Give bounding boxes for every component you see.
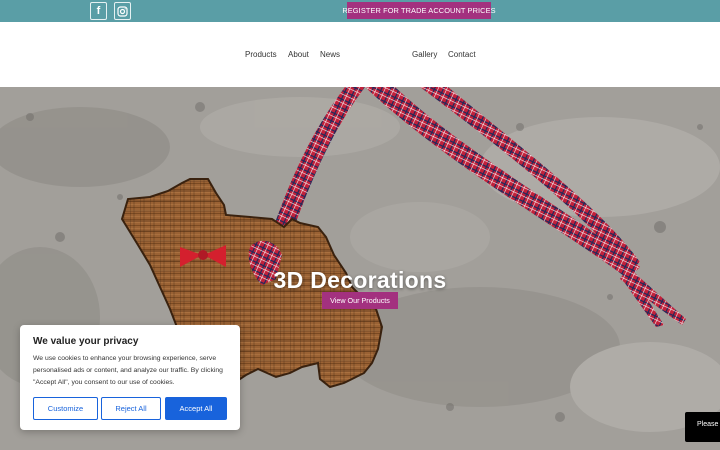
trade-account-button[interactable]: REGISTER FOR TRADE ACCOUNT PRICES bbox=[342, 2, 496, 19]
cookie-title: We value your privacy bbox=[33, 336, 139, 347]
reject-all-button[interactable]: Reject All bbox=[101, 397, 161, 420]
instagram-icon[interactable] bbox=[114, 2, 131, 20]
nav-item-contact[interactable]: Contact bbox=[448, 50, 476, 59]
nav-item-products[interactable]: Products bbox=[245, 50, 277, 59]
nav-item-about[interactable]: About bbox=[288, 50, 309, 59]
accept-all-button[interactable]: Accept All bbox=[165, 397, 227, 420]
main-nav: Products About News Gallery Contact bbox=[0, 22, 720, 87]
customize-button[interactable]: Customize bbox=[33, 397, 98, 420]
please-box[interactable]: Please bbox=[685, 412, 720, 442]
cookie-consent-panel: We value your privacy We use cookies to … bbox=[20, 325, 240, 430]
hero-title: 3D Decorations bbox=[273, 267, 447, 293]
nav-item-gallery[interactable]: Gallery bbox=[412, 50, 437, 59]
top-bar: f REGISTER FOR TRADE ACCOUNT PRICES bbox=[0, 0, 720, 22]
nav-item-news[interactable]: News bbox=[320, 50, 340, 59]
cookie-text: We use cookies to enhance your browsing … bbox=[33, 355, 223, 386]
view-products-button[interactable]: View Our Products bbox=[322, 292, 398, 309]
facebook-icon[interactable]: f bbox=[90, 2, 107, 20]
